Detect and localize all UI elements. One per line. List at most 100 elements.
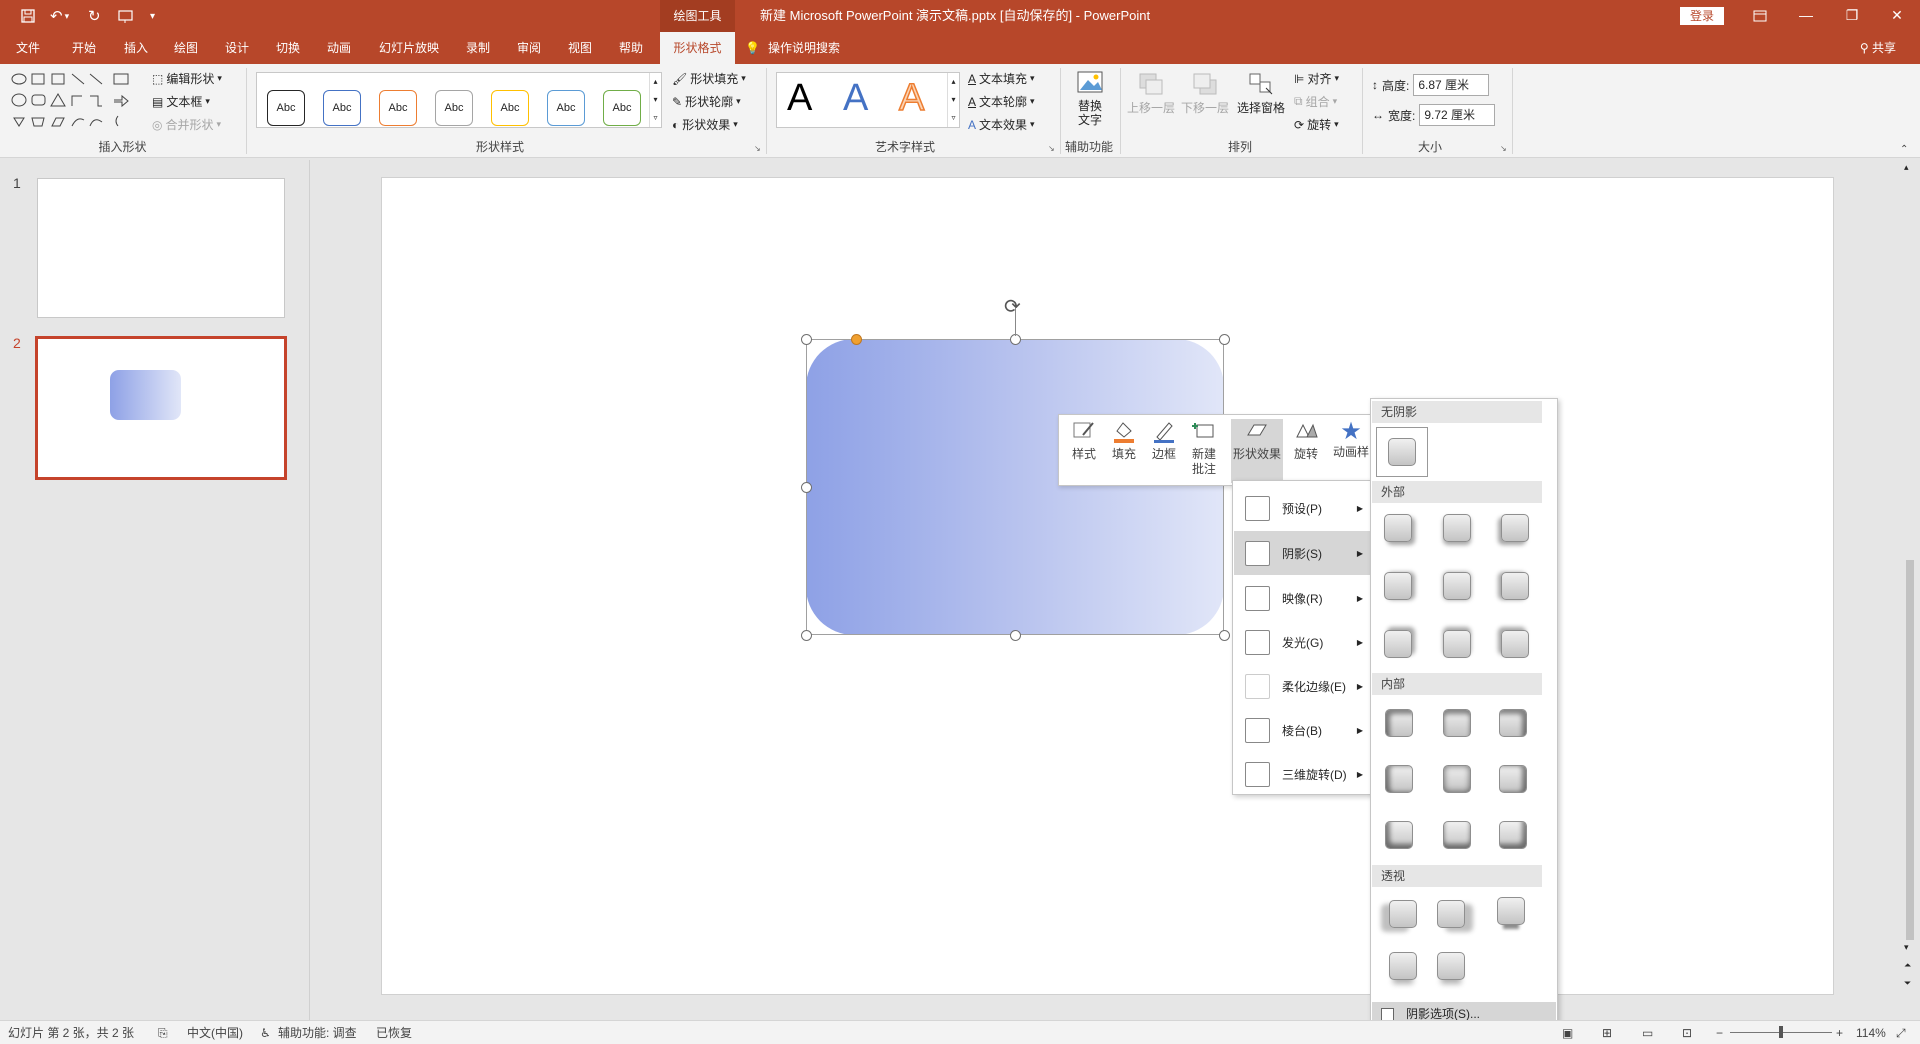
redo-icon[interactable]: ↻	[88, 0, 101, 32]
scroll-down-icon[interactable]: ▾	[1904, 942, 1909, 953]
inner-shadow-option[interactable]	[1385, 765, 1413, 793]
outer-shadow-option[interactable]	[1384, 630, 1412, 658]
width-input[interactable]: 9.72 厘米	[1419, 104, 1496, 126]
mini-animation-button[interactable]: ★ 动画样	[1329, 419, 1373, 460]
inner-shadow-option[interactable]	[1499, 709, 1527, 737]
zoom-slider-thumb[interactable]	[1779, 1026, 1783, 1038]
rotate-handle-icon[interactable]: ⟳	[1004, 294, 1021, 319]
save-icon[interactable]	[20, 0, 36, 32]
outer-shadow-option[interactable]	[1443, 630, 1471, 658]
wordart-preset-2[interactable]: A	[843, 77, 868, 120]
shape-style-preset-6[interactable]: Abc	[547, 90, 585, 126]
menu-item-3d-rotation[interactable]: 三维旋转(D) ▶	[1234, 752, 1371, 796]
tab-record[interactable]: 录制	[460, 32, 496, 64]
shape-style-preset-7[interactable]: Abc	[603, 90, 641, 126]
resize-handle-bottom-left[interactable]	[801, 630, 812, 641]
zoom-out-icon[interactable]: −	[1716, 1021, 1723, 1044]
wordart-preset-1[interactable]: A	[787, 77, 812, 120]
inner-shadow-option[interactable]	[1499, 821, 1527, 849]
menu-item-reflection[interactable]: 映像(R) ▶	[1234, 576, 1371, 620]
text-box-button[interactable]: ▤ 文本框 ▾	[152, 93, 210, 110]
login-button[interactable]: 登录	[1680, 7, 1724, 25]
perspective-shadow-option[interactable]	[1437, 952, 1465, 980]
accessibility-status[interactable]: 辅助功能: 调查	[278, 1021, 357, 1044]
resize-handle-top-left[interactable]	[801, 334, 812, 345]
shape-outline-button[interactable]: ✎ 形状轮廓 ▾	[672, 93, 741, 110]
outer-shadow-option[interactable]	[1384, 572, 1412, 600]
shapes-gallery[interactable]	[10, 70, 144, 138]
spell-check-icon[interactable]: ⎘	[158, 1021, 168, 1044]
inner-shadow-option[interactable]	[1443, 709, 1471, 737]
normal-view-icon[interactable]: ▣	[1562, 1021, 1573, 1044]
bring-forward-button[interactable]: 上移一层	[1126, 70, 1176, 115]
perspective-shadow-option[interactable]	[1389, 952, 1417, 980]
accessibility-icon[interactable]: ♿	[260, 1021, 271, 1044]
perspective-shadow-option[interactable]	[1437, 900, 1465, 928]
align-button[interactable]: ⊫ 对齐 ▾	[1294, 70, 1339, 87]
tell-me-search[interactable]: 💡 操作说明搜索	[745, 32, 865, 64]
inner-shadow-option[interactable]	[1443, 765, 1471, 793]
slide-sorter-icon[interactable]: ⊞	[1602, 1021, 1612, 1044]
group-button[interactable]: ⧉ 组合 ▾	[1294, 93, 1337, 110]
tab-slideshow[interactable]: 幻灯片放映	[376, 32, 442, 64]
shape-style-preset-4[interactable]: Abc	[435, 90, 473, 126]
menu-item-soft-edges[interactable]: 柔化边缘(E) ▶	[1234, 664, 1371, 708]
outer-shadow-option[interactable]	[1501, 514, 1529, 542]
start-from-beginning-icon[interactable]	[117, 0, 135, 32]
outer-shadow-option[interactable]	[1501, 630, 1529, 658]
inner-shadow-option[interactable]	[1443, 821, 1471, 849]
fit-to-window-icon[interactable]: ⤢	[1896, 1021, 1906, 1044]
menu-item-shadow[interactable]: 阴影(S) ▶	[1234, 531, 1371, 575]
restore-icon[interactable]: ❐	[1829, 0, 1875, 32]
previous-slide-icon[interactable]: ⏶	[1904, 960, 1911, 971]
wordart-preset-3[interactable]: A	[898, 76, 925, 120]
zoom-in-icon[interactable]: +	[1836, 1021, 1843, 1044]
merge-shapes-button[interactable]: ◎ 合并形状 ▾	[152, 116, 221, 133]
ribbon-display-icon[interactable]	[1737, 0, 1783, 32]
resize-handle-left[interactable]	[801, 482, 812, 493]
inner-shadow-option[interactable]	[1385, 821, 1413, 849]
mini-rotate-button[interactable]: 旋转	[1289, 419, 1323, 462]
tab-file[interactable]: 文件	[10, 32, 46, 64]
reading-view-icon[interactable]: ▭	[1642, 1021, 1653, 1044]
text-outline-button[interactable]: A 文本轮廓 ▾	[968, 93, 1035, 110]
scroll-thumb[interactable]	[1906, 560, 1914, 940]
mini-fill-button[interactable]: 填充	[1107, 419, 1141, 462]
resize-handle-bottom-right[interactable]	[1219, 630, 1230, 641]
menu-item-glow[interactable]: 发光(G) ▶	[1234, 620, 1371, 664]
rotate-button[interactable]: ⟳ 旋转 ▾	[1294, 116, 1339, 133]
send-backward-button[interactable]: 下移一层	[1180, 70, 1230, 115]
mini-new-comment-button[interactable]: 新建 批注	[1187, 419, 1221, 477]
language-indicator[interactable]: 中文(中国)	[187, 1021, 243, 1044]
mini-shape-effects-button[interactable]: 形状效果	[1231, 419, 1283, 483]
zoom-level[interactable]: 114%	[1856, 1021, 1886, 1044]
shape-fill-button[interactable]: 🖌 形状填充 ▾	[672, 70, 746, 87]
shape-style-preset-5[interactable]: Abc	[491, 90, 529, 126]
slide-thumbnail-1[interactable]	[37, 178, 285, 318]
outer-shadow-option[interactable]	[1443, 572, 1471, 600]
alt-text-button[interactable]: 替换 文字	[1070, 70, 1110, 127]
menu-item-preset[interactable]: 预设(P) ▶	[1234, 486, 1371, 530]
outer-shadow-option[interactable]	[1501, 572, 1529, 600]
shape-style-preset-2[interactable]: Abc	[323, 90, 361, 126]
tab-insert[interactable]: 插入	[118, 32, 154, 64]
dialog-launcher-icon[interactable]: ↘	[1500, 144, 1507, 153]
shape-effects-button[interactable]: ◐ 形状效果 ▾	[672, 116, 738, 133]
slideshow-view-icon[interactable]: ⊡	[1682, 1021, 1692, 1044]
shape-style-preset-3[interactable]: Abc	[379, 90, 417, 126]
mini-border-button[interactable]: 边框	[1147, 419, 1181, 462]
height-input[interactable]: 6.87 厘米	[1413, 74, 1490, 96]
inner-shadow-option[interactable]	[1385, 709, 1413, 737]
close-icon[interactable]: ✕	[1874, 0, 1920, 32]
no-shadow-option[interactable]	[1376, 427, 1428, 477]
share-button[interactable]: ⚲ 共享	[1860, 32, 1896, 64]
tab-draw[interactable]: 绘图	[168, 32, 204, 64]
shape-style-preset-1[interactable]: Abc	[267, 90, 305, 126]
perspective-shadow-option[interactable]	[1389, 900, 1417, 928]
wordart-gallery-scroll[interactable]: ▴ ▾ ▿	[947, 73, 959, 127]
minimize-icon[interactable]: —	[1783, 0, 1829, 32]
edit-shape-button[interactable]: ⬚ 编辑形状 ▾	[152, 70, 222, 87]
scroll-up-icon[interactable]: ▴	[1904, 162, 1909, 173]
outer-shadow-option[interactable]	[1443, 514, 1471, 542]
inner-shadow-option[interactable]	[1499, 765, 1527, 793]
